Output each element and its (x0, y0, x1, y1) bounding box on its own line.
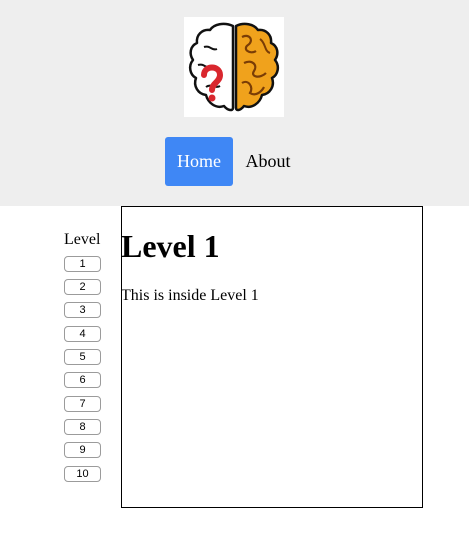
header: Home About (0, 0, 469, 206)
level-heading: Level (64, 231, 101, 248)
level-button-4[interactable]: 4 (64, 326, 101, 342)
level-button-7[interactable]: 7 (64, 396, 101, 412)
brain-logo-icon (184, 17, 284, 117)
nav-home-button[interactable]: Home (165, 137, 233, 186)
level-button-5[interactable]: 5 (64, 349, 101, 365)
level-button-3[interactable]: 3 (64, 302, 101, 318)
level-button-8[interactable]: 8 (64, 419, 101, 435)
nav-about-link[interactable]: About (238, 137, 298, 186)
level-title: Level 1 (121, 228, 220, 264)
level-button-10[interactable]: 10 (64, 466, 101, 482)
level-button-6[interactable]: 6 (64, 372, 101, 388)
level-button-2[interactable]: 2 (64, 279, 101, 295)
level-button-9[interactable]: 9 (64, 442, 101, 458)
level-description: This is inside Level 1 (121, 287, 259, 304)
level-button-1[interactable]: 1 (64, 256, 101, 272)
